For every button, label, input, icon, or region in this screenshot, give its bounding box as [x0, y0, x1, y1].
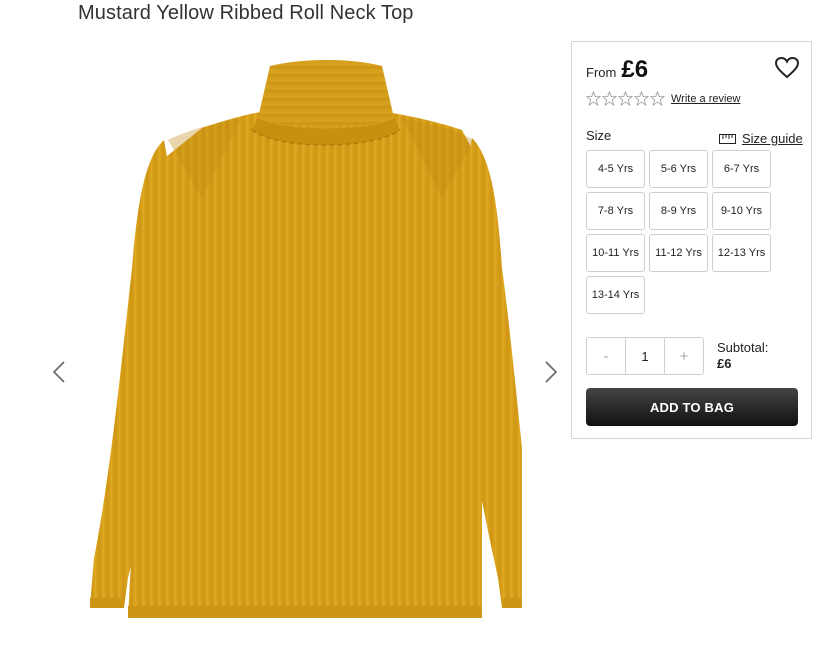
add-to-bag-button[interactable]: ADD TO BAG [586, 388, 798, 426]
price-from-label: From [586, 65, 617, 80]
star-icon [602, 91, 617, 106]
wishlist-button[interactable] [774, 56, 800, 80]
price-row: From £6 [586, 56, 648, 84]
size-option[interactable]: 8-9 Yrs [649, 192, 708, 230]
star-icon [634, 91, 649, 106]
size-guide-label: Size guide [742, 131, 803, 146]
product-gallery [40, 40, 570, 649]
size-label: Size [586, 128, 612, 143]
write-review-link[interactable]: Write a review [671, 93, 740, 105]
purchase-panel: From £6 Write a review Size Size guide 4… [571, 41, 812, 439]
size-option[interactable]: 5-6 Yrs [649, 150, 708, 188]
size-option[interactable]: 6-7 Yrs [712, 150, 771, 188]
size-option[interactable]: 11-12 Yrs [649, 234, 708, 272]
gallery-prev-button[interactable] [48, 352, 70, 392]
heart-icon [774, 56, 800, 79]
subtotal-label: Subtotal: [717, 340, 769, 355]
star-rating [586, 91, 665, 106]
size-guide-link[interactable]: Size guide [719, 131, 803, 146]
quantity-increase-button[interactable]: + [665, 338, 703, 374]
quantity-decrease-button[interactable]: - [587, 338, 625, 374]
product-image [90, 60, 522, 618]
star-icon [650, 91, 665, 106]
subtotal: Subtotal: £6 [717, 340, 768, 372]
rating-row: Write a review [586, 91, 740, 106]
size-option[interactable]: 9-10 Yrs [712, 192, 771, 230]
star-icon [586, 91, 601, 106]
size-option[interactable]: 12-13 Yrs [712, 234, 771, 272]
size-options: 4-5 Yrs 5-6 Yrs 6-7 Yrs 7-8 Yrs 8-9 Yrs … [586, 150, 771, 314]
size-option[interactable]: 7-8 Yrs [586, 192, 645, 230]
product-title: Mustard Yellow Ribbed Roll Neck Top [78, 2, 414, 24]
ruler-icon [719, 133, 736, 144]
chevron-right-icon [545, 361, 558, 383]
price-value: £6 [621, 56, 649, 83]
size-option[interactable]: 4-5 Yrs [586, 150, 645, 188]
gallery-next-button[interactable] [540, 352, 562, 392]
size-option[interactable]: 13-14 Yrs [586, 276, 645, 314]
chevron-left-icon [52, 361, 65, 383]
quantity-stepper: - + [586, 337, 704, 375]
star-icon [618, 91, 633, 106]
subtotal-value: £6 [717, 356, 732, 371]
size-option[interactable]: 10-11 Yrs [586, 234, 645, 272]
quantity-input[interactable] [625, 338, 665, 374]
